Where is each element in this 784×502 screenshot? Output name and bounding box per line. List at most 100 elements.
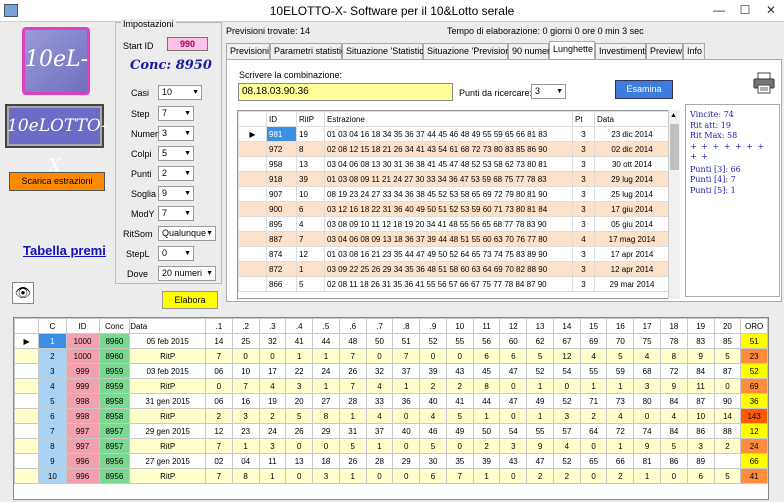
tab-previsioni[interactable]: Previsioni [226, 43, 270, 59]
lunghette-table: ID RitP Estrazione Pt Data ▶ 981 19 01 03 0… [237, 110, 680, 299]
table-row[interactable]: 900 6 03 12 16 18 22 31 36 40 49 50 51 52 … [238, 201, 670, 217]
previsioni-trovate: Previsioni trovate: 14 [226, 26, 311, 36]
select-numeri[interactable]: 3 ▼ [158, 126, 194, 141]
select-ritsom[interactable]: Qualunque ▼ [158, 226, 216, 241]
table-row[interactable]: ▶ 981 19 01 03 04 16 18 34 35 36 37 44 45 4… [238, 126, 670, 142]
table-row[interactable]: 895 4 03 08 09 10 11 12 18 19 20 34 41 48 … [238, 216, 670, 232]
select-soglia[interactable]: 9 ▼ [158, 186, 194, 201]
field-label-ritsom: RitSom [123, 229, 153, 239]
col-header[interactable]: 10 [445, 318, 474, 334]
title-bar: 10ELOTTO-X- Software per il 10&Lotto ser… [0, 0, 784, 22]
select-dove[interactable]: 20 numeri ▼ [158, 266, 216, 281]
table-row[interactable]: 874 12 01 03 08 16 21 23 35 44 47 49 50 52… [238, 246, 670, 262]
table-row[interactable]: 5 998 8958 31 gen 2015 06 16 19 20 27 28 33 36 40 41 4… [14, 393, 768, 409]
tab-90-numeri[interactable]: 90 numeri [508, 43, 552, 59]
col-header[interactable]: .3 [258, 318, 287, 334]
combinazione-input[interactable]: 08.18.03.90.36 [238, 83, 453, 101]
select-punti[interactable]: 2 ▼ [158, 166, 194, 181]
select-step[interactable]: 7 ▼ [158, 106, 194, 121]
punti-ricercare-label: Punti da ricercare: [459, 88, 533, 98]
scarica-estrazioni-button[interactable]: Scarica estrazioni [9, 172, 105, 191]
minimize-icon[interactable]: — [706, 0, 732, 21]
stat-line: Punti [5]: 1 [690, 185, 736, 195]
select-colpi[interactable]: 5 ▼ [158, 146, 194, 161]
tabella-premi-link[interactable]: Tabella premi [23, 243, 106, 258]
estrazioni-table: C ID Conc Data .1.2.3.4.5.6.7.8.9 10 11 12 13 14 1… [13, 317, 769, 500]
tab-parametri-statistici[interactable]: Parametri statistici [270, 43, 348, 59]
col-header[interactable]: .4 [285, 318, 314, 334]
elabora-button[interactable]: Elabora [162, 291, 218, 309]
col-header[interactable]: 15 [579, 318, 608, 334]
table-row[interactable]: 872 1 03 09 22 25 26 29 34 35 36 48 51 58 … [238, 261, 670, 277]
table-row[interactable]: 972 8 02 08 12 15 18 21 26 34 41 43 54 61 … [238, 141, 670, 157]
maximize-icon[interactable]: ☐ [732, 0, 758, 21]
start-id-input[interactable]: 990 [167, 37, 208, 51]
col-header[interactable]: ORO [740, 318, 768, 334]
field-label-colpi: Colpi [131, 149, 152, 159]
tab-situazione-previsioni[interactable]: Situazione 'Previsioni' [423, 43, 514, 59]
col-estrazione[interactable]: Estrazione [324, 111, 573, 127]
select-casi[interactable]: 10 ▼ [158, 85, 202, 100]
col-header[interactable]: .2 [231, 318, 260, 334]
table-row[interactable]: 6 998 8958 RitP 2 3 2 5 8 1 4 0 4 5 1 0 1 3 2 4 0 4 10 14 143 [14, 408, 768, 424]
table-row[interactable]: 907 10 08 19 23 24 27 33 34 36 38 45 52 53… [238, 186, 670, 202]
col-header[interactable]: .6 [338, 318, 367, 334]
table-row[interactable]: 2 1000 8960 RitP 7 0 0 1 1 7 0 7 0 0 6 6 5 12 4 5 4 8 9 5 23 [14, 348, 768, 364]
col-header[interactable]: 17 [633, 318, 662, 334]
col-header[interactable]: .9 [419, 318, 447, 334]
tab-lunghette[interactable]: Lunghette [549, 41, 595, 59]
table-row[interactable]: 9 996 8956 27 gen 2015 02 04 11 13 18 26 28 29 30 35 3… [14, 453, 768, 469]
table-row[interactable]: 918 39 01 03 08 09 11 21 24 27 30 33 34 36… [238, 171, 670, 187]
impostazioni-legend: Impostazioni [121, 19, 176, 29]
table-row[interactable]: 7 997 8957 29 gen 2015 12 23 24 26 29 31 37 40 46 49 5… [14, 423, 768, 439]
stat-line: Rit Max: 58 [690, 131, 738, 140]
col-data[interactable]: Data [594, 111, 670, 127]
col-header[interactable]: 18 [660, 318, 688, 334]
table-row[interactable]: 887 7 03 04 06 08 09 13 18 36 37 39 44 48 … [238, 231, 670, 247]
field-label-mody: ModY [131, 209, 155, 219]
select-stepl[interactable]: 0 ▼ [158, 246, 194, 261]
app-logo: 10eL-X [22, 27, 90, 132]
col-header[interactable]: .8 [392, 318, 421, 334]
col-header[interactable]: 16 [606, 318, 635, 334]
col-header[interactable]: .7 [365, 318, 394, 334]
col-header[interactable]: ID [65, 318, 100, 334]
tab-preview[interactable]: Preview [646, 43, 683, 59]
lunghette-scrollbar[interactable]: ▲ [668, 110, 680, 299]
col-header[interactable]: 19 [686, 318, 715, 334]
table-row[interactable]: 10 996 8956 RitP 7 8 1 0 3 1 0 0 6 7 1 0 2 2 0 2 1 0 6 5 41 [14, 468, 768, 484]
col-header[interactable]: Conc [98, 318, 131, 334]
col-header[interactable]: 14 [552, 318, 581, 334]
col-header[interactable]: .1 [205, 318, 233, 334]
table-row[interactable]: 8 997 8957 RitP 7 1 3 0 0 5 1 0 5 0 2 3 9 4 0 1 9 5 3 2 24 [14, 438, 768, 454]
tab-info[interactable]: Info [683, 43, 705, 59]
printer-icon[interactable] [753, 72, 775, 94]
table-row[interactable]: ▶ 1 1000 8960 05 feb 2015 14 25 32 41 44 48 50 51 52 5… [14, 333, 768, 349]
col-pt[interactable]: Pt [572, 111, 595, 127]
col-header[interactable]: Data [129, 318, 206, 334]
col-header[interactable]: 13 [526, 318, 554, 334]
col-ritp[interactable]: RitP [296, 111, 325, 127]
col-header[interactable]: 20 [713, 318, 742, 334]
col-header[interactable]: 12 [499, 318, 528, 334]
select-mody[interactable]: 7 ▼ [158, 206, 194, 221]
field-label-punti: Punti [131, 169, 152, 179]
combinazione-label: Scrivere la combinazione: [239, 70, 343, 80]
table-row[interactable]: 958 13 03 04 06 08 13 30 31 36 38 41 45 47… [238, 156, 670, 172]
punti-ricercare-select[interactable]: 3 ▼ [531, 84, 566, 99]
tab-investimenti[interactable]: Investimenti [595, 43, 647, 59]
eye-icon[interactable]: 👁 [12, 282, 34, 304]
col-header[interactable]: .5 [312, 318, 340, 334]
field-label-stepl: StepL [126, 249, 150, 259]
stats-box: Vincite: 74 Rit att: 19 Rit Max: 58 + + + +… [685, 104, 780, 297]
col-header[interactable]: 11 [472, 318, 501, 334]
table-row[interactable]: 3 999 8959 03 feb 2015 06 10 17 22 24 26 32 37 39 43 4… [14, 363, 768, 379]
tempo-elaborazione: Tempo di elaborazione: 0 giorni 0 ore 0 … [447, 26, 644, 36]
esamina-button[interactable]: Esamina [615, 80, 673, 99]
col-header[interactable]: C [38, 318, 67, 334]
tab-situazione-statistici[interactable]: Situazione 'Statistici' [342, 43, 427, 59]
table-row[interactable]: 4 999 8959 RitP 0 7 4 3 1 7 4 1 2 2 8 0 1 0 1 1 3 9 11 0 69 [14, 378, 768, 394]
close-icon[interactable]: ✕ [758, 0, 784, 21]
table-row[interactable]: 866 5 02 08 11 18 26 31 35 36 41 55 56 57 … [238, 276, 670, 292]
col-id[interactable]: ID [266, 111, 297, 127]
